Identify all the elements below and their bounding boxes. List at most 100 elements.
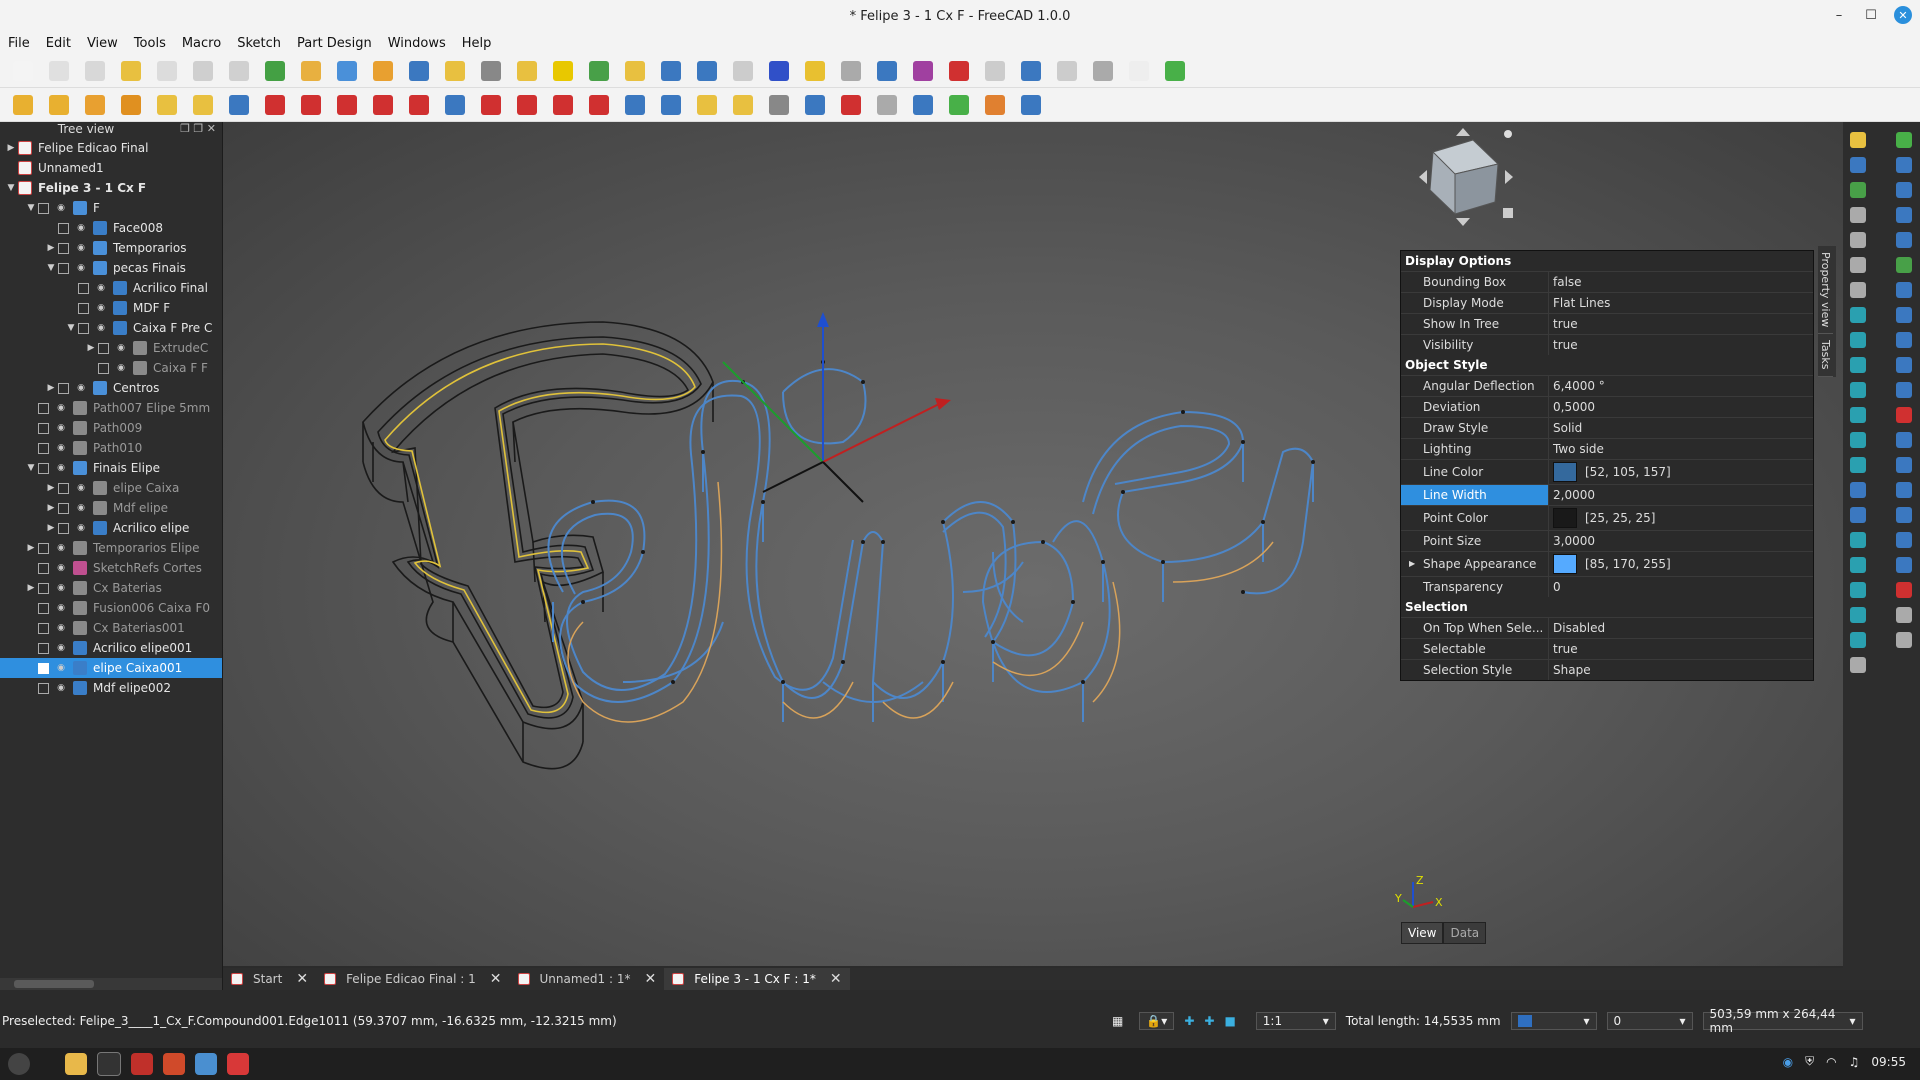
tree-item-checkbox[interactable] [38, 642, 49, 654]
snap-icon[interactable]: ✚ [1184, 1014, 1194, 1028]
tb1-tool-21-icon[interactable] [733, 60, 753, 81]
chevron-right-icon[interactable]: ▶ [24, 583, 38, 593]
tree-item[interactable]: ◉ Path010 [0, 438, 222, 458]
tree-item[interactable]: ▶ Felipe Edicao Final [0, 138, 222, 158]
rcol1-tool-10-icon[interactable] [1850, 357, 1866, 373]
visibility-eye-icon[interactable]: ◉ [55, 563, 67, 573]
tree-item-checkbox[interactable] [98, 342, 109, 354]
visibility-eye-icon[interactable]: ◉ [75, 483, 87, 493]
color-swatch[interactable] [1553, 462, 1577, 482]
rcol1-tool-11-icon[interactable] [1850, 382, 1866, 398]
property-row[interactable]: Visibility true [1401, 334, 1813, 355]
tb1-tool-32-icon[interactable] [1129, 60, 1149, 81]
rcol1-tool-17-icon[interactable] [1850, 532, 1866, 548]
rcol1-tool-13-icon[interactable] [1850, 432, 1866, 448]
tab-tasks[interactable]: Tasks [1818, 334, 1833, 377]
tb1-tool-2-icon[interactable] [49, 60, 69, 81]
tb1-tool-16-icon[interactable] [553, 60, 573, 81]
property-value[interactable]: 0 [1549, 577, 1813, 597]
tree-item-checkbox[interactable] [38, 562, 49, 574]
rcol1-tool-22-icon[interactable] [1850, 657, 1866, 673]
tb1-tool-18-icon[interactable] [625, 60, 645, 81]
visibility-eye-icon[interactable]: ◉ [55, 683, 67, 693]
tb1-tool-6-icon[interactable] [193, 60, 213, 81]
grid-icon[interactable]: ▦ [1112, 1014, 1123, 1028]
tb2-tool-14-icon[interactable] [481, 94, 501, 115]
property-row[interactable]: Selection Style Shape [1401, 659, 1813, 680]
rcol1-tool-16-icon[interactable] [1850, 507, 1866, 523]
chevron-down-icon[interactable]: ▼ [4, 183, 18, 193]
tb2-tool-21-icon[interactable] [733, 94, 753, 115]
dock-buttons-icon[interactable]: ❐ ❐ ✕ [180, 122, 216, 135]
tree-item[interactable]: ◉ Acrilico elipe001 [0, 638, 222, 658]
visibility-eye-icon[interactable]: ◉ [55, 463, 67, 473]
freecad-icon[interactable] [227, 1053, 249, 1075]
tree-item[interactable]: ▶ ◉ elipe Caixa [0, 478, 222, 498]
tree-item-checkbox[interactable] [58, 242, 69, 254]
tb2-tool-27-icon[interactable] [949, 94, 969, 115]
filezilla-icon[interactable] [131, 1053, 153, 1075]
text-elipe-wireframe[interactable] [547, 368, 1315, 722]
chevron-right-icon[interactable]: ▶ [44, 523, 58, 533]
tree-item[interactable]: ▶ ◉ Cx Baterias [0, 578, 222, 598]
property-value[interactable]: [85, 170, 255] [1549, 552, 1813, 576]
rcol1-tool-21-icon[interactable] [1850, 632, 1866, 648]
tree-item[interactable]: ◉ MDF F [0, 298, 222, 318]
tree-item-checkbox[interactable] [78, 302, 89, 314]
tb1-tool-1-icon[interactable] [13, 60, 33, 81]
browser-icon[interactable] [195, 1053, 217, 1075]
menu-launcher-icon[interactable] [8, 1053, 30, 1075]
property-row[interactable]: Lighting Two side [1401, 438, 1813, 459]
chrome-tray-icon[interactable]: ◉ [1783, 1055, 1793, 1069]
property-value[interactable]: 0,5000 [1549, 397, 1813, 417]
property-row[interactable]: Deviation 0,5000 [1401, 396, 1813, 417]
property-row[interactable]: Transparency 0 [1401, 576, 1813, 597]
property-row[interactable]: ▶ Shape Appearance [85, 170, 255] [1401, 551, 1813, 576]
tree-item[interactable]: ▼ ◉ pecas Finais [0, 258, 222, 278]
chevron-right-icon[interactable]: ▶ [24, 543, 38, 553]
tb1-tool-27-icon[interactable] [949, 60, 969, 81]
visibility-eye-icon[interactable]: ◉ [75, 383, 87, 393]
tb1-tool-28-icon[interactable] [985, 60, 1005, 81]
visibility-eye-icon[interactable]: ◉ [115, 363, 127, 373]
close-tab-icon[interactable]: ✕ [645, 971, 657, 987]
rcol2-tool-16-icon[interactable] [1896, 507, 1912, 523]
rcol2-tool-2-icon[interactable] [1896, 157, 1912, 173]
tree-item[interactable]: ◉ Caixa F F [0, 358, 222, 378]
tb2-tool-19-icon[interactable] [661, 94, 681, 115]
tb2-tool-1-icon[interactable] [13, 94, 33, 115]
tree-item[interactable]: ▶ ◉ Acrilico elipe [0, 518, 222, 538]
property-value[interactable]: Solid [1549, 418, 1813, 438]
menu-edit[interactable]: Edit [38, 36, 79, 51]
property-value[interactable]: true [1549, 335, 1813, 355]
tb1-tool-4-icon[interactable] [121, 60, 141, 81]
property-row[interactable]: Point Size 3,0000 [1401, 530, 1813, 551]
tree-item[interactable]: ▶ ◉ Temporarios Elipe [0, 538, 222, 558]
tree-item-checkbox[interactable] [78, 282, 89, 294]
rcol1-tool-15-icon[interactable] [1850, 482, 1866, 498]
maximize-icon[interactable]: ☐ [1862, 6, 1880, 24]
menu-tools[interactable]: Tools [126, 36, 174, 51]
property-row[interactable]: Angular Deflection 6,4000 ° [1401, 375, 1813, 396]
terminal-icon[interactable] [97, 1052, 121, 1076]
tb2-tool-9-icon[interactable] [301, 94, 321, 115]
tab-property-view[interactable]: Property view [1818, 246, 1833, 335]
rcol1-tool-2-icon[interactable] [1850, 157, 1866, 173]
rcol2-tool-1-icon[interactable] [1896, 132, 1912, 148]
tree-item[interactable]: ▼ Felipe 3 - 1 Cx F [0, 178, 222, 198]
tb1-tool-7-icon[interactable] [229, 60, 249, 81]
tb2-tool-25-icon[interactable] [877, 94, 897, 115]
property-value[interactable]: true [1549, 314, 1813, 334]
menu-windows[interactable]: Windows [380, 36, 454, 51]
tree-item-checkbox[interactable] [38, 542, 49, 554]
scrollbar-thumb[interactable] [14, 980, 94, 988]
tree-item[interactable]: ◉ Path009 [0, 418, 222, 438]
tb1-tool-25-icon[interactable] [877, 60, 897, 81]
tb1-tool-13-icon[interactable] [445, 60, 465, 81]
rcol2-tool-12-icon[interactable] [1896, 407, 1912, 423]
property-value[interactable]: [52, 105, 157] [1549, 460, 1813, 484]
property-row[interactable]: Show In Tree true [1401, 313, 1813, 334]
tb1-tool-12-icon[interactable] [409, 60, 429, 81]
menu-file[interactable]: File [0, 36, 38, 51]
tb1-tool-15-icon[interactable] [517, 60, 537, 81]
